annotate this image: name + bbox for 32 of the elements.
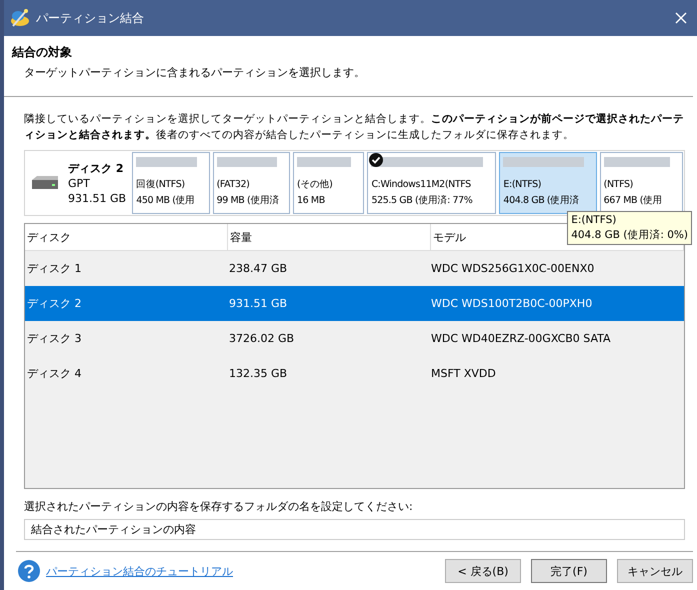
table-cell-text: ディスク 2 bbox=[26, 296, 82, 312]
partition-detail: 404.8 GB (使用済 bbox=[503, 194, 580, 208]
table-cell-text: ディスク 4 bbox=[26, 366, 82, 382]
window-title: パーティション結合 bbox=[36, 10, 144, 26]
partition-label: E:(NTFS) bbox=[503, 178, 542, 192]
partition-detail: 99 MB (使用済 bbox=[216, 194, 280, 208]
partition-label: C:Windows11M2(NTFS bbox=[371, 178, 472, 192]
table-cell-text: WDC WDS256G1X0C-00ENX0 bbox=[430, 261, 596, 277]
section-title: 結合の対象 bbox=[12, 44, 73, 61]
disk-size: 931.51 GB bbox=[68, 190, 126, 206]
table-cell-text: 3726.02 GB bbox=[228, 331, 296, 347]
table-cell-text: WDC WDS100T2B0C-00PXH0 bbox=[430, 296, 594, 312]
disk-style: GPT bbox=[68, 176, 91, 190]
disk-name: ディスク 2 bbox=[68, 160, 124, 176]
partition-label: (FAT32) bbox=[216, 178, 250, 192]
partition-detail: 450 MB (使用 bbox=[136, 194, 196, 208]
description: 隣接しているパーティションを選択してターゲットパーティションと結合します。このパーティションが前ページで選択されたパーティションと結合されます。後者のすべての内容が結合したパーティションに生成したフォルダに保存されます。 bbox=[24, 112, 685, 143]
table-cell-text: 931.51 GB bbox=[228, 296, 288, 312]
table-cell-text: MSFT XVDD bbox=[430, 366, 497, 382]
partition-label: (その他) bbox=[297, 178, 334, 192]
table-cell-text: 238.47 GB bbox=[228, 261, 288, 277]
partition-label: (NTFS) bbox=[604, 178, 634, 192]
partition-detail: 667 MB (使用 bbox=[604, 194, 664, 208]
partition-detail: 525.5 GB (使用済: 77% bbox=[371, 194, 474, 208]
folder-label: 選択されたパーティションの内容を保存するフォルダの名を設定してください: bbox=[24, 499, 414, 514]
section-subtitle: ターゲットパーティションに含まれるパーティションを選択します。 bbox=[23, 65, 366, 80]
table-cell-text: ディスク 3 bbox=[26, 331, 82, 347]
table-cell-text: 132.35 GB bbox=[228, 366, 288, 382]
partition-label: 回復(NTFS) bbox=[136, 178, 186, 192]
partition-detail: 16 MB bbox=[297, 194, 326, 208]
table-cell-text: WDC WD40EZRZ-00GXCB0 SATA bbox=[430, 331, 612, 347]
table-cell-text: ディスク 1 bbox=[26, 261, 82, 277]
